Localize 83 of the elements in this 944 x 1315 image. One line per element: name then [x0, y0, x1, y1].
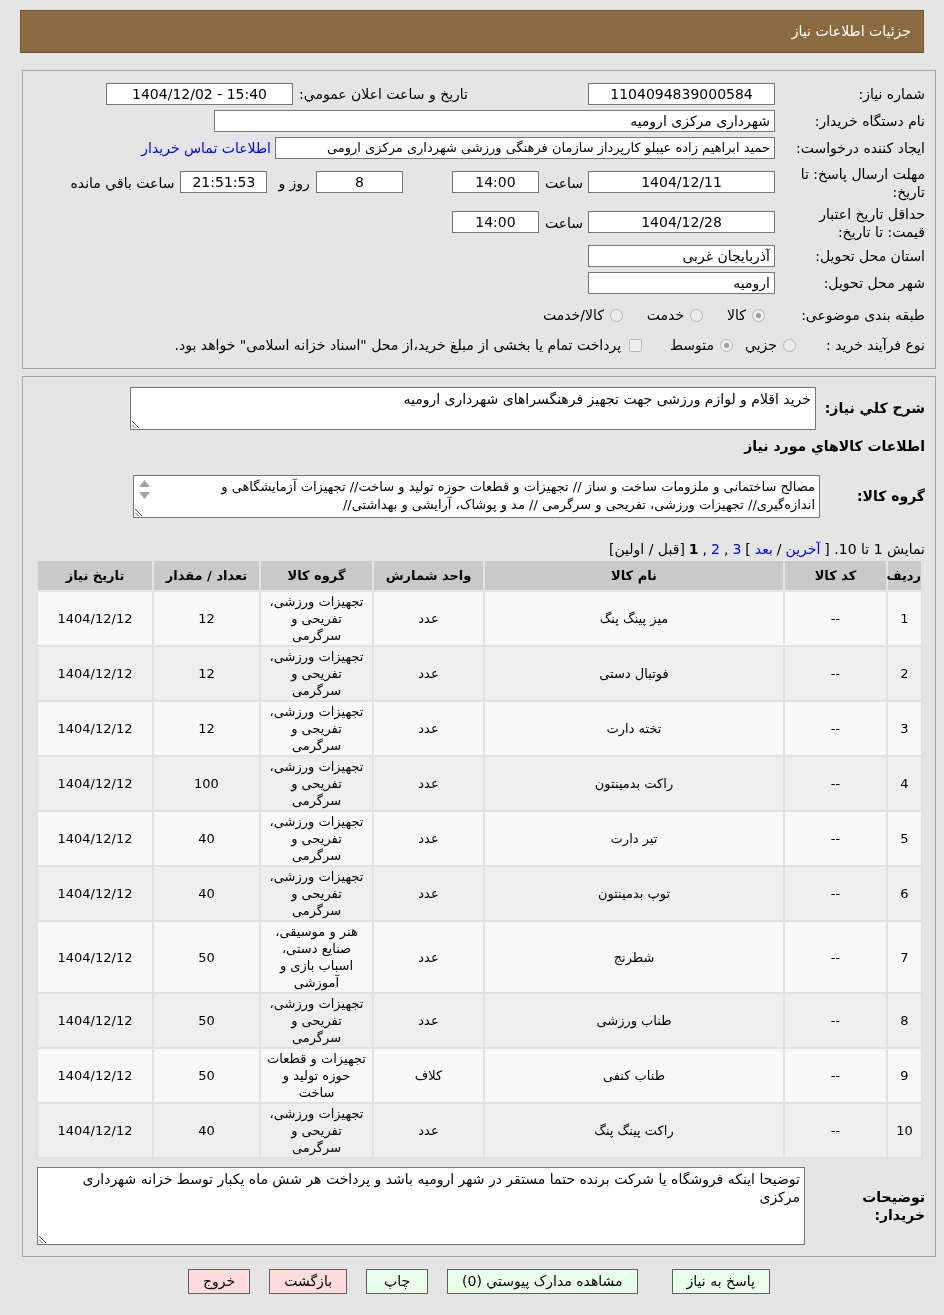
buyer-organization-field[interactable]: شهرداری مرکزی ارومیه: [214, 110, 775, 132]
table-cell: راکت پینگ پنگ: [484, 1103, 784, 1158]
print-button[interactable]: چاپ: [366, 1269, 429, 1294]
table-cell: 7: [887, 921, 922, 993]
field-label: مهلت ارسال پاسخ: تا تاریخ:: [799, 165, 925, 201]
current-page: 1: [688, 540, 699, 558]
field-label: طبقه بندی موضوعی:: [800, 305, 925, 326]
column-header: گروه کالا: [260, 560, 373, 591]
field-label: نوع فرآیند خرید :: [825, 335, 925, 356]
radio-button[interactable]: [720, 338, 734, 352]
column-header: تاریخ نیاز: [37, 560, 153, 591]
column-header: ردیف: [887, 560, 922, 591]
checkbox-label: پرداخت تمام یا بخشی از مبلغ خرید،از محل "اسناد خزانه اسلامی" خواهد بود.: [174, 335, 622, 356]
table-cell: تجهیزات ورزشی، تفریحی و سرگرمی: [260, 1103, 373, 1158]
section-label: گروه کالا:: [855, 487, 925, 507]
column-header: نام کالا: [484, 560, 784, 591]
resize-grip-icon[interactable]: [132, 420, 140, 428]
field-label: ساعت: [544, 214, 583, 233]
field-label: شماره نیاز:: [857, 84, 925, 105]
field-label: روز و: [278, 174, 310, 194]
pagination-text: ,: [723, 540, 729, 558]
radio-button[interactable]: [609, 308, 623, 322]
pagination-link[interactable]: بعد: [754, 540, 773, 558]
radio-label: جزيي: [745, 335, 777, 356]
section-label: توضیحات خریدار:: [861, 1188, 925, 1224]
delivery-province-field[interactable]: آذربایجان غربی: [588, 245, 775, 267]
pagination-text: /: [776, 540, 782, 558]
goods-group-field[interactable]: مصالح ساختمانی و ملزومات ساخت و ساز // تجهیزات و قطعات حوزه تولید و ساخت// تجهیزات آزمایشگاهی و اندازه‌گیری// تجهیزات ورزشی، تفریحی و سرگرمی // مد و پوشاک، آرایشی و بهداشتی//: [133, 475, 820, 518]
back-button[interactable]: بازگشت: [269, 1269, 348, 1294]
reply-time-field[interactable]: 14:00: [451, 171, 539, 193]
table-cell: --: [784, 1103, 887, 1158]
section-heading: اطلاعات کالاهاي مورد نیاز: [742, 437, 925, 455]
scroll-down-arrow-icon[interactable]: [139, 492, 150, 499]
section-label: شرح کلي نیاز:: [823, 399, 925, 419]
pagination-link[interactable]: 3: [732, 540, 742, 558]
field-label: حداقل تاریخ اعتبار قیمت: تا تاریخ:: [817, 205, 925, 241]
price-validity-time-field[interactable]: 14:00: [451, 211, 539, 233]
field-label: شهر محل تحویل:: [822, 273, 925, 294]
column-header: تعداد / مقدار: [153, 560, 260, 591]
days-remaining-field[interactable]: 8: [315, 171, 403, 193]
description-field[interactable]: خرید اقلام و لوازم ورزشی جهت تجهیز فرهنگسراهای شهرداری ارومیه: [130, 387, 816, 430]
view-attachments-button[interactable]: مشاهده مدارک پیوستي (0): [447, 1269, 638, 1294]
radio-button[interactable]: [783, 338, 796, 352]
buyer-notes-field[interactable]: توضیحا اینکه فروشگاه یا شرکت برنده حتما مستقر در شهر ارومیه باشد و پرداخت هر شش ماه یکبار توسط خزانه شهرداری مرکزی: [37, 1167, 805, 1245]
pagination-text: نمایش 1 تا 10. [: [824, 540, 925, 558]
column-header: کد کالا: [784, 560, 887, 591]
reply-button[interactable]: پاسخ به نیاز: [671, 1269, 770, 1294]
table-cell: 40: [153, 1103, 260, 1158]
radio-label: کالا/خدمت: [542, 305, 604, 325]
resize-grip-icon[interactable]: [135, 508, 143, 516]
buyer-contact-link[interactable]: اطلاعات تماس خريدار: [141, 137, 271, 159]
delivery-city-field[interactable]: ارومیه: [588, 272, 775, 294]
radio-button[interactable]: [690, 308, 704, 322]
reply-date-field[interactable]: 1404/12/11: [588, 171, 775, 193]
pagination-text: [قبل / اولین]: [609, 540, 685, 558]
requester-field[interactable]: حمید ابراهیم زاده عیبلو کارپرداز سازمان فرهنگی ورزشی شهرداری مرکزی ارومی: [275, 137, 775, 159]
page-title: جزئیات اطلاعات نیاز: [791, 22, 911, 42]
radio-label: متوسط: [670, 335, 715, 356]
pagination-text: ,: [702, 540, 708, 558]
announcement-datetime-field[interactable]: 1404/12/02 - 15:40: [106, 83, 294, 105]
pagination-link[interactable]: 2: [711, 540, 720, 558]
field-label: ایجاد کننده درخواست:: [795, 138, 925, 159]
checkbox[interactable]: [629, 338, 643, 352]
price-validity-date-field[interactable]: 1404/12/28: [588, 211, 775, 233]
pagination-link[interactable]: آخرین: [785, 540, 821, 558]
table-cell: عدد: [373, 1103, 484, 1158]
field-label: ساعت: [544, 174, 583, 193]
resize-grip-icon[interactable]: [39, 1235, 47, 1243]
radio-label: کالا: [727, 305, 746, 325]
radio-button[interactable]: [752, 308, 765, 322]
field-label: تاریخ و ساعت اعلان عمومي:: [299, 84, 468, 105]
table-cell: 1404/12/12: [37, 1103, 153, 1158]
field-label: نام دستگاه خريدار:: [813, 111, 925, 132]
field-label: استان محل تحویل:: [814, 246, 925, 267]
pagination-text: ]: [745, 540, 751, 558]
radio-label: خدمت: [646, 305, 685, 325]
field-label: ساعت باقي مانده: [70, 174, 175, 193]
table-cell: 10: [887, 1103, 922, 1158]
column-header: واحد شمارش: [373, 560, 484, 591]
exit-button[interactable]: خروج: [188, 1269, 251, 1294]
scroll-up-arrow-icon[interactable]: [139, 480, 150, 487]
time-remaining-field[interactable]: 21:51:53: [180, 171, 268, 193]
need-number-field[interactable]: 1104094839000584: [588, 83, 775, 105]
